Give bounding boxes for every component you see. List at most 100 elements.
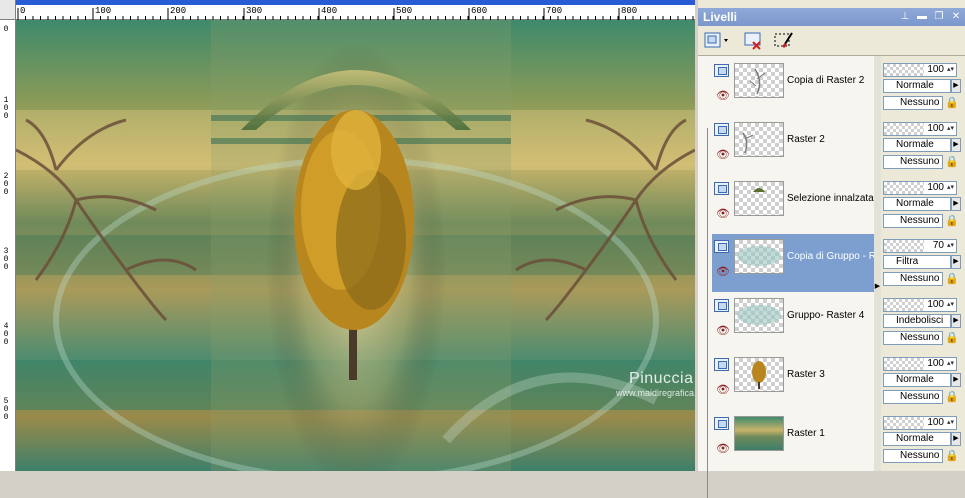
ruler-top-label: 100 — [95, 6, 112, 16]
watermark: Pinuccia www.maidiregrafica.eu — [616, 370, 695, 398]
mask-select[interactable]: Nessuno — [883, 96, 943, 110]
opacity-field[interactable]: 70 ▴▾ — [883, 239, 957, 253]
blend-mode-select[interactable]: Normale — [883, 79, 951, 93]
lock-icon[interactable]: 🔒 — [945, 96, 959, 110]
dropdown-arrow-icon[interactable]: ▶ — [951, 79, 961, 93]
group-tree-line — [707, 128, 708, 498]
blend-mode-select[interactable]: Normale — [883, 373, 951, 387]
visibility-eye-icon[interactable]: 👁 — [716, 385, 730, 396]
layer-row[interactable]: 👁 Selezione innalzata — [712, 176, 874, 234]
lock-icon[interactable]: 🔒 — [945, 155, 959, 169]
mask-select[interactable]: Nessuno — [883, 390, 943, 404]
blend-mode-select[interactable]: Normale — [883, 138, 951, 152]
pin-icon[interactable]: ⊥ — [898, 10, 912, 24]
mask-select[interactable]: Nessuno — [883, 331, 943, 345]
spin-icon: ▴▾ — [947, 184, 955, 191]
layer-props-row: 100▴▾ Normale ▶ ⚲ Nessuno 🔒 — [881, 411, 965, 469]
edit-selection-button[interactable] — [773, 30, 795, 52]
spin-icon: ▴▾ — [947, 301, 955, 308]
visibility-eye-icon[interactable]: 👁 — [716, 209, 730, 220]
mask-select[interactable]: Nessuno — [883, 214, 943, 228]
ruler-top-label: 500 — [396, 6, 413, 16]
selection-brush-icon — [774, 32, 793, 49]
layer-type-icon — [714, 182, 729, 195]
layer-thumbnail — [734, 416, 784, 451]
layer-row[interactable]: 👁 Raster 1 — [712, 411, 874, 469]
layer-name: Raster 3 — [787, 369, 825, 380]
dropdown-arrow-icon[interactable]: ▶ — [951, 138, 961, 152]
layer-row[interactable]: 👁 Copia di Raster 2 — [712, 58, 874, 116]
dropdown-arrow-icon[interactable]: ▶ — [951, 432, 961, 446]
layer-props-row: 100▴▾ Normale ▶ ⚲ Nessuno 🔒 — [881, 352, 965, 410]
layer-props-row: 70▴▾ Filtra ▶ ⚲ Nessuno 🔒 — [881, 234, 965, 292]
layer-name: Gruppo- Raster 4 — [787, 310, 865, 321]
layer-thumbnail — [734, 357, 784, 392]
opacity-field[interactable]: 100 ▴▾ — [883, 416, 957, 430]
top-ruler: 0 100 200 300 400 500 600 700 800 — [0, 0, 695, 20]
ruler-corner — [0, 0, 16, 20]
dropdown-arrow-icon[interactable]: ▶ — [951, 373, 961, 387]
opacity-field[interactable]: 100 ▴▾ — [883, 298, 957, 312]
expand-arrow-icon[interactable]: ▶ — [874, 280, 881, 294]
layer-row-selected[interactable]: 👁 Copia di Gruppo - R — [712, 234, 876, 292]
ruler-top-label: 400 — [321, 6, 338, 16]
lock-icon[interactable]: 🔒 — [945, 449, 959, 463]
restore-icon[interactable]: ❐ — [932, 10, 946, 24]
visibility-eye-icon[interactable]: 👁 — [716, 267, 730, 278]
lock-icon[interactable]: 🔒 — [945, 331, 959, 345]
layer-props-row: 100▴▾ Normale ▶ ⚲ Nessuno 🔒 — [881, 117, 965, 175]
lock-icon[interactable]: 🔒 — [945, 214, 959, 228]
layers-panel: Livelli ⊥ ▬ ❐ ✕ 👁 Copia di Raster 2 👁 Ra… — [698, 0, 965, 498]
new-layer-button[interactable] — [703, 30, 728, 52]
ruler-left-label-0: 0 — [3, 25, 9, 34]
blend-mode-select[interactable]: Normale — [883, 197, 951, 211]
layer-props-row: 100▴▾ Normale ▶ ⚲ Nessuno 🔒 — [881, 58, 965, 116]
dropdown-arrow-icon[interactable]: ▶ — [951, 255, 961, 269]
layer-name: Raster 1 — [787, 428, 825, 439]
layer-row[interactable]: 👁 Raster 3 — [712, 352, 874, 410]
ruler-left-label: 5 0 0 — [3, 397, 9, 422]
ruler-top-label: 300 — [246, 6, 263, 16]
opacity-field[interactable]: 100 ▴▾ — [883, 63, 957, 77]
close-icon[interactable]: ✕ — [949, 10, 963, 24]
opacity-field[interactable]: 100 ▴▾ — [883, 357, 957, 371]
layer-thumbnail — [734, 181, 784, 216]
blend-mode-select[interactable]: Filtra — [883, 255, 951, 269]
lock-icon[interactable]: 🔒 — [945, 272, 959, 286]
spin-icon: ▴▾ — [947, 360, 955, 367]
dropdown-arrow-icon[interactable]: ▶ — [951, 197, 961, 211]
opacity-field[interactable]: 100 ▴▾ — [883, 181, 957, 195]
layers-toolbar — [698, 26, 965, 56]
ruler-top-label: 200 — [170, 6, 187, 16]
new-layer-icon — [704, 32, 728, 48]
spin-icon: ▴▾ — [947, 419, 955, 426]
layer-row[interactable]: 👁 Gruppo- Raster 4 — [712, 293, 874, 351]
visibility-eye-icon[interactable]: 👁 — [716, 91, 730, 102]
panel-title-bar: Livelli ⊥ ▬ ❐ ✕ — [698, 8, 965, 26]
visibility-eye-icon[interactable]: 👁 — [716, 150, 730, 161]
layer-thumbnail — [734, 298, 784, 333]
mask-select[interactable]: Nessuno — [883, 155, 943, 169]
mask-select[interactable]: Nessuno — [883, 272, 943, 286]
layer-row[interactable]: 👁 Raster 2 — [712, 117, 874, 175]
opacity-field[interactable]: 100 ▴▾ — [883, 122, 957, 136]
delete-layer-button[interactable] — [743, 30, 765, 52]
layer-type-icon — [714, 123, 729, 136]
image-canvas[interactable]: Pinuccia www.maidiregrafica.eu — [16, 20, 695, 471]
ruler-left-label: 2 0 0 — [3, 172, 9, 197]
mask-select[interactable]: Nessuno — [883, 449, 943, 463]
spin-icon: ▴▾ — [947, 242, 955, 249]
spin-icon: ▴▾ — [947, 125, 955, 132]
layer-type-icon — [714, 299, 729, 312]
visibility-eye-icon[interactable]: 👁 — [716, 444, 730, 455]
layers-scrollbar[interactable]: ▶ — [874, 56, 881, 471]
blend-mode-select[interactable]: Indebolisci — [883, 314, 951, 328]
layer-thumbnail — [734, 63, 784, 98]
minimize-icon[interactable]: ▬ — [915, 10, 929, 24]
layer-type-icon — [714, 64, 729, 77]
visibility-eye-icon[interactable]: 👁 — [716, 326, 730, 337]
watermark-name: Pinuccia — [629, 370, 694, 387]
dropdown-arrow-icon[interactable]: ▶ — [951, 314, 961, 328]
lock-icon[interactable]: 🔒 — [945, 390, 959, 404]
blend-mode-select[interactable]: Normale — [883, 432, 951, 446]
